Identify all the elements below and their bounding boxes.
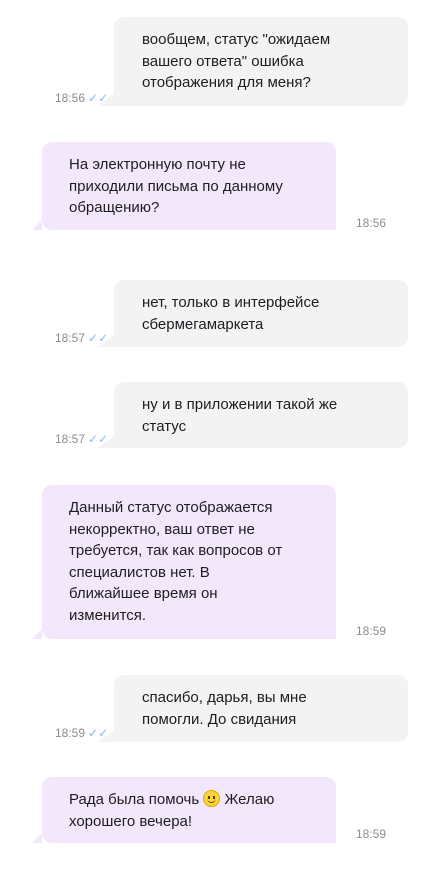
time-text: 18:56 [356,216,387,230]
message-bubble-user: вообщем, статус "ожидаем вашего ответа" … [98,17,408,106]
message-bubble-agent: На электронную почту не приходили письма… [32,142,336,230]
message-text: Рада была помочь [69,791,200,808]
message-time: 18:59 ✓✓ [55,726,108,740]
double-check-icon: ✓✓ [88,91,109,105]
message-line: отображения для меня? [142,74,311,91]
message-time: 18:59 [356,624,386,638]
message-text: Желаю [224,791,275,808]
message-bubble-user: нет, только в интерфейсе сбермегамаркета [98,280,408,347]
double-check-icon: ✓✓ [88,726,109,740]
message-line: нет, только в интерфейсе [142,294,320,311]
message-line: изменится. [69,606,147,624]
time-text: 18:59 [55,726,86,740]
double-check-icon: ✓✓ [88,432,109,446]
smiling-face-emoji-icon [203,790,221,807]
double-check-icon: ✓✓ [88,331,109,345]
message-line: обращению? [69,199,160,216]
message-time: 18:56 ✓✓ [55,91,108,105]
message-line: ближайшее время он [69,585,218,602]
message-time: 18:57 ✓✓ [55,432,108,446]
message-line: приходили письма по данному [69,177,283,195]
message-line: ну и в приложении такой же [142,396,338,413]
message-line: хорошего вечера! [69,812,193,830]
message-line: некорректно, ваш ответ не [69,520,255,538]
message-time: 18:59 [356,827,386,841]
message-line: помогли. До свидания [142,710,297,728]
time-text: 18:59 [356,624,387,638]
message-line: На электронную почту не [69,156,246,173]
message-line: спасибо, дарья, вы мне [142,689,307,706]
message-line: специалистов нет. В [69,563,210,581]
time-text: 18:57 [55,432,86,446]
message-time: 18:56 [356,216,386,230]
time-text: 18:56 [55,91,86,105]
time-text: 18:59 [356,827,387,841]
message-bubble-user: спасибо, дарья, вы мне помогли. До свида… [98,675,408,742]
message-time: 18:57 ✓✓ [55,331,108,345]
message-bubble-agent: Данный статус отображается некорректно, … [32,485,336,639]
message-line: сбермегамаркета [142,315,264,333]
message-line: вашего ответа" ошибка [142,52,304,70]
message-line: статус [142,417,187,435]
time-text: 18:57 [55,331,86,345]
message-line: Рада была помочь Желаю [69,789,316,811]
message-bubble-agent: Рада была помочь Желаю хорошего вечера! [32,777,336,843]
message-line: вообщем, статус "ожидаем [142,31,331,48]
message-bubble-user: ну и в приложении такой же статус [98,382,408,448]
message-line: Данный статус отображается [69,499,273,516]
message-line: требуется, так как вопросов от [69,542,283,559]
